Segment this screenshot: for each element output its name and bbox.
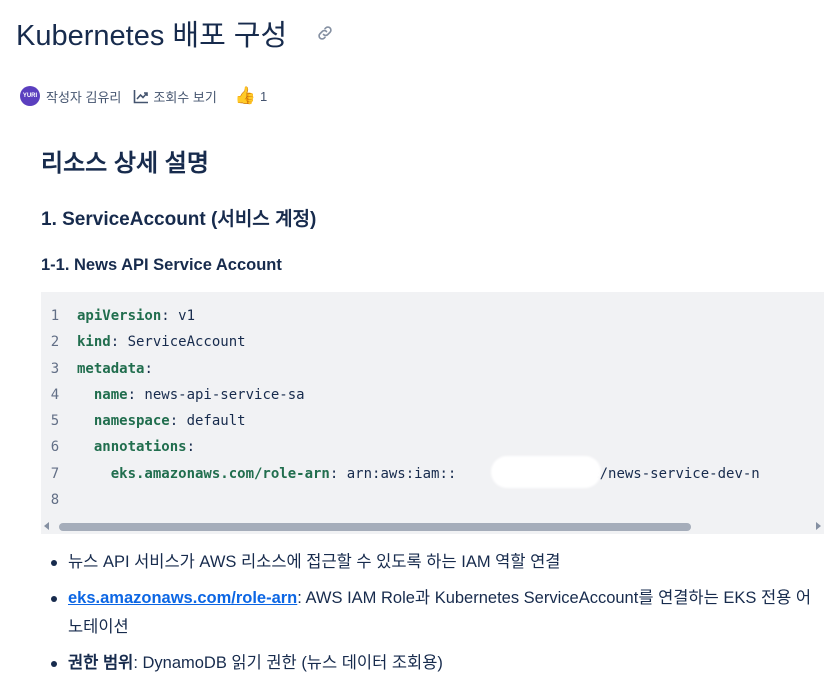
page-title: Kubernetes 배포 구성 [16,20,288,52]
bullet-list: 뉴스 API 서비스가 AWS 리소스에 접근할 수 있도록 하는 IAM 역할… [44,548,814,685]
code-text: apiVersion: v1 [77,308,196,324]
code-text: eks.amazonaws.com/role-arn: arn:aws:iam:… [110,465,760,482]
yaml-key: apiVersion [77,308,162,324]
list-item: 권한 범위: DynamoDB 읽기 권한 (뉴스 데이터 조회용) [44,649,814,678]
link-icon[interactable] [316,24,334,42]
list-item: 뉴스 API 서비스가 AWS 리소스에 접근할 수 있도록 하는 IAM 역할… [44,548,814,577]
code-line: 6 annotations: [41,434,760,460]
code-text: annotations: [93,439,196,456]
code-line: 8 [41,487,760,513]
role-arn-link[interactable]: eks.amazonaws.com/role-arn [68,589,297,607]
scroll-left-arrow-icon[interactable] [44,522,49,530]
page-meta: YURI 작성자 김유리 조회수 보기 👍 1 [20,86,267,106]
section-heading: 리소스 상세 설명 [41,150,209,177]
like-count: 1 [259,88,268,104]
code-line: 2 kind: ServiceAccount [41,329,760,355]
line-number: 7 [50,465,60,482]
code-block[interactable]: 1 apiVersion: v1 2 kind: ServiceAccount 3 met… [41,292,824,534]
code-line: 3 metadata: [41,356,760,382]
thumbs-up-icon: 👍 [234,86,256,105]
line-number: 4 [50,386,60,403]
author-label[interactable]: 작성자 김유리 [46,87,121,106]
code-line: 4 name: news-api-service-sa [41,382,760,408]
subsection-heading: 1. ServiceAccount (서비스 계정) [41,209,317,230]
scrollbar-thumb[interactable] [59,523,691,531]
code-text: metadata: [77,360,153,377]
line-number: 1 [50,308,60,324]
trend-chart-icon [134,90,149,104]
code-line: 1 apiVersion: v1 [41,303,760,329]
yaml-key: eks.amazonaws.com/role-arn [110,465,330,482]
yaml-key: kind [77,334,111,351]
yaml-key: annotations [93,439,187,456]
code-line: 7 eks.amazonaws.com/role-arn: arn:aws:ia… [41,461,760,487]
view-count-button[interactable]: 조회수 보기 [133,87,217,106]
line-number: 3 [50,360,60,377]
like-button[interactable]: 👍 1 [235,86,267,106]
code-text: name: news-api-service-sa [93,386,305,403]
code-line: 5 namespace: default [41,408,760,434]
code-text: namespace: default [93,413,246,430]
line-number: 5 [50,413,60,430]
code-text: kind: ServiceAccount [77,334,246,351]
scroll-right-arrow-icon[interactable] [816,522,821,530]
yaml-key: namespace [93,413,170,430]
line-number: 6 [50,439,60,456]
line-number: 8 [50,492,60,509]
list-item: eks.amazonaws.com/role-arn: AWS IAM Role… [44,584,814,642]
yaml-key: metadata [77,360,145,377]
bold-term: 권한 범위 [68,654,134,672]
code-lines: 1 apiVersion: v1 2 kind: ServiceAccount 3 met… [41,303,760,513]
code-horizontal-scrollbar[interactable] [41,519,824,534]
yaml-key: name [93,386,128,403]
subsubsection-heading: 1-1. News API Service Account [41,256,282,274]
redaction-mask [491,456,601,488]
line-number: 2 [50,334,60,351]
avatar[interactable]: YURI [20,86,40,106]
views-label: 조회수 보기 [153,89,217,105]
